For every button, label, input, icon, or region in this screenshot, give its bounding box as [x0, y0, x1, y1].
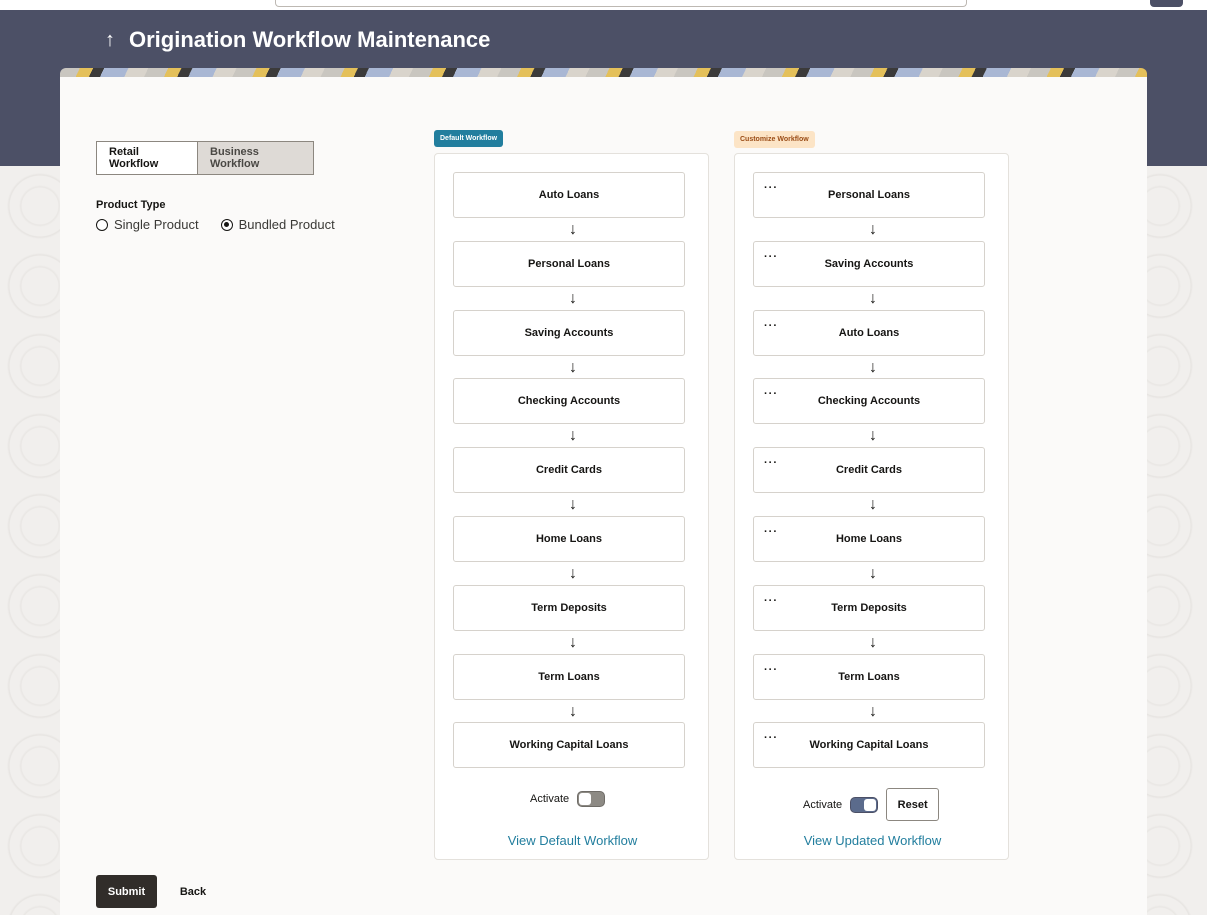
- down-arrow-icon: ↓: [569, 633, 577, 651]
- activate-label: Activate: [803, 798, 843, 811]
- workflow-step-label: Credit Cards: [835, 464, 903, 477]
- workflow-step-label: Auto Loans: [838, 326, 900, 339]
- view-default-workflow-link[interactable]: View Default Workflow: [435, 833, 710, 848]
- workflow-step: Auto Loans: [453, 172, 685, 218]
- default-activate-toggle[interactable]: [577, 791, 606, 807]
- down-arrow-icon: ↓: [869, 496, 877, 514]
- workflow-step-label: Working Capital Loans: [509, 739, 629, 752]
- radio-label: Bundled Product: [238, 217, 335, 232]
- radio-unchecked-icon[interactable]: [96, 218, 108, 231]
- workflow-step[interactable]: ··· Home Loans: [753, 516, 985, 562]
- back-button[interactable]: Back: [170, 875, 216, 908]
- down-arrow-icon: ↓: [569, 289, 577, 307]
- submit-button[interactable]: Submit: [96, 875, 157, 908]
- workflow-step-label: Term Deposits: [531, 601, 607, 614]
- customize-workflow-panel: ··· Personal Loans ↓ ··· Saving Accounts ↓ ···…: [734, 153, 1009, 860]
- down-arrow-icon: ↓: [569, 358, 577, 376]
- more-dots-icon[interactable]: ···: [764, 664, 778, 675]
- workflow-step: Personal Loans: [453, 240, 685, 287]
- more-dots-icon[interactable]: ···: [764, 595, 778, 606]
- workflow-step[interactable]: ··· Personal Loans: [753, 172, 985, 218]
- workflow-step: Credit Cards: [453, 447, 685, 494]
- down-arrow-icon: ↓: [869, 289, 877, 307]
- radio-checked-icon[interactable]: [220, 218, 233, 231]
- workflow-step-label: Working Capital Loans: [809, 739, 929, 752]
- workflow-step-label: Term Loans: [838, 670, 900, 683]
- radio-label: Single Product: [114, 217, 199, 232]
- more-dots-icon[interactable]: ···: [764, 251, 778, 262]
- page-title-text: Origination Workflow Maintenance: [129, 27, 491, 52]
- more-dots-icon[interactable]: ···: [764, 733, 778, 744]
- more-dots-icon[interactable]: ···: [764, 320, 778, 331]
- workflow-step-label: Credit Cards: [535, 464, 603, 477]
- down-arrow-icon: ↓: [869, 427, 877, 445]
- tab-retail-workflow[interactable]: Retail Workflow: [96, 141, 198, 175]
- down-arrow-icon: ↓: [869, 221, 877, 238]
- workflow-step-label: Home Loans: [835, 533, 902, 545]
- workflow-step[interactable]: ··· Auto Loans: [753, 309, 985, 356]
- workflow-step: Checking Accounts: [453, 378, 685, 425]
- workflow-tabs: Retail Workflow Business Workflow: [96, 141, 314, 175]
- workflow-step-label: Personal Loans: [828, 189, 910, 201]
- reset-button[interactable]: Reset: [886, 788, 940, 821]
- default-workflow-panel: Auto Loans ↓ Personal Loans ↓ Saving Account…: [434, 153, 709, 860]
- workflow-step[interactable]: ··· Term Deposits: [753, 584, 985, 631]
- workflow-step[interactable]: ··· Checking Accounts: [753, 378, 985, 425]
- customize-workflow-badge: Customize Workflow: [734, 131, 815, 148]
- workflow-step-label: Saving Accounts: [524, 326, 614, 339]
- tab-business-workflow[interactable]: Business Workflow: [198, 141, 314, 175]
- top-menu-button[interactable]: [1150, 0, 1183, 7]
- workflow-step[interactable]: ··· Credit Cards: [753, 447, 985, 494]
- radio-bundled-product[interactable]: Bundled Product: [220, 217, 335, 232]
- custom-activate-row: Activate Reset: [803, 788, 940, 821]
- workflow-step: Saving Accounts: [453, 309, 685, 356]
- down-arrow-icon: ↓: [569, 427, 577, 445]
- workflow-step[interactable]: ··· Term Loans: [753, 653, 985, 700]
- more-dots-icon[interactable]: ···: [764, 527, 778, 538]
- default-activate-row: Activate: [530, 791, 606, 807]
- workflow-step: Home Loans: [453, 516, 685, 562]
- workflow-step: Working Capital Loans: [453, 722, 685, 769]
- down-arrow-icon: ↓: [569, 702, 577, 720]
- down-arrow-icon: ↓: [869, 702, 877, 720]
- up-arrow-icon[interactable]: ↑: [105, 29, 115, 52]
- down-arrow-icon: ↓: [869, 358, 877, 376]
- custom-activate-toggle[interactable]: [850, 796, 879, 813]
- default-workflow-badge: Default Workflow: [434, 130, 504, 147]
- product-type-radio-group: Single Product Bundled Product: [96, 217, 335, 232]
- down-arrow-icon: ↓: [569, 496, 577, 514]
- radio-single-product[interactable]: Single Product: [96, 217, 199, 232]
- workflow-step-label: Term Loans: [538, 670, 600, 683]
- view-updated-workflow-link[interactable]: View Updated Workflow: [735, 833, 1010, 848]
- workflow-step-label: Term Deposits: [831, 601, 907, 614]
- workflow-step[interactable]: ··· Working Capital Loans: [753, 722, 985, 769]
- more-dots-icon[interactable]: ···: [764, 183, 778, 194]
- workflow-step-label: Saving Accounts: [824, 257, 914, 270]
- down-arrow-icon: ↓: [869, 565, 877, 582]
- workflow-step-label: Checking Accounts: [817, 395, 921, 408]
- workflow-step-label: Checking Accounts: [517, 395, 621, 408]
- top-bar: [0, 0, 1207, 10]
- global-search-input[interactable]: [275, 0, 967, 7]
- down-arrow-icon: ↓: [569, 565, 577, 582]
- workflow-step-label: Home Loans: [535, 533, 602, 545]
- product-type-label: Product Type: [96, 199, 166, 211]
- activate-label: Activate: [530, 793, 570, 805]
- workflow-step[interactable]: ··· Saving Accounts: [753, 240, 985, 287]
- more-dots-icon[interactable]: ···: [764, 389, 778, 400]
- page-title: ↑ Origination Workflow Maintenance: [105, 26, 490, 54]
- workflow-step-label: Personal Loans: [528, 257, 610, 270]
- workflow-step: Term Deposits: [453, 584, 685, 631]
- more-dots-icon[interactable]: ···: [764, 458, 778, 469]
- down-arrow-icon: ↓: [869, 633, 877, 651]
- down-arrow-icon: ↓: [569, 221, 577, 238]
- workflow-step-label: Auto Loans: [538, 189, 600, 201]
- workflow-step: Term Loans: [453, 653, 685, 700]
